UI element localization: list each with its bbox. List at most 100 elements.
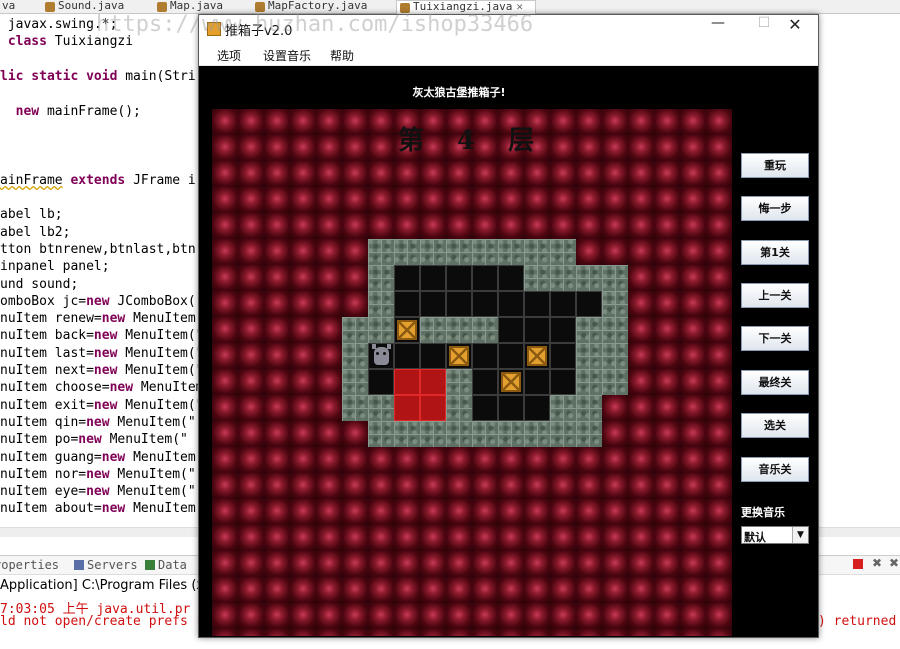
- data-icon: [145, 560, 155, 570]
- restart-button[interactable]: 重玩: [741, 153, 809, 178]
- console-line: ld not open/create prefs r: [0, 614, 204, 629]
- menu-bar: 选项 设置音乐 帮助: [199, 44, 818, 66]
- box-cell: [498, 369, 524, 395]
- code-token: MenuItem(": [117, 484, 196, 499]
- first-level-button[interactable]: 第1关: [741, 240, 809, 265]
- code-token: und sound;: [0, 277, 79, 292]
- close-button[interactable]: ✕: [772, 15, 818, 44]
- wall-cell: [602, 317, 628, 343]
- wall-cell: [420, 239, 446, 265]
- view-tab-label: roperties: [0, 558, 60, 572]
- tab-label: Tuixiangzi.java: [413, 0, 513, 13]
- minimize-button[interactable]: —: [695, 15, 741, 44]
- code-line: nuItem qin=new MenuItem(": [0, 414, 196, 431]
- code-line: class Tuixiangzi: [0, 33, 133, 50]
- wall-cell: [394, 421, 420, 447]
- floor-cell: [420, 291, 446, 317]
- wall-cell: [420, 317, 446, 343]
- code-line: nuItem eye=new MenuItem(": [0, 483, 196, 500]
- code-token: nuItem renew=: [0, 311, 102, 326]
- game-content: 灰太狼古堡推箱子! 第 4 层 重玩 悔一步 第1关 上一关 下一关 最终关 选…: [199, 66, 818, 637]
- code-line: omboBox jc=new JComboBox(): [0, 293, 204, 310]
- wall-cell: [394, 239, 420, 265]
- wall-cell: [446, 421, 472, 447]
- code-keyword: new: [101, 501, 134, 516]
- code-editor[interactable]: javax.swing.*; class Tuixiangzi lic stati…: [0, 16, 205, 526]
- terminate-icon[interactable]: [853, 559, 863, 569]
- menu-music-settings[interactable]: 设置音乐: [263, 47, 311, 64]
- chevron-down-icon[interactable]: ▼: [792, 527, 808, 543]
- floor-cell: [394, 265, 420, 291]
- editor-tab-mapfactory-java[interactable]: MapFactory.java: [252, 0, 367, 14]
- tab-label: MapFactory.java: [268, 0, 368, 12]
- wall-cell: [550, 265, 576, 291]
- prev-level-button[interactable]: 上一关: [741, 283, 809, 308]
- view-tab-label: Servers: [87, 558, 138, 572]
- floor-cell: [446, 265, 472, 291]
- editor-tab-tuixiangzi-java[interactable]: Tuixiangzi.java ✕: [396, 0, 536, 14]
- wall-cell: [472, 421, 498, 447]
- floor-cell: [576, 291, 602, 317]
- target-cell: [394, 369, 420, 395]
- wall-cell: [368, 421, 394, 447]
- code-line: lic static void main(Stri: [0, 68, 196, 85]
- code-token: MenuItem(: [133, 311, 204, 326]
- music-select[interactable]: 默认 ▼: [741, 526, 809, 544]
- remove-launch-icon[interactable]: ✖: [872, 556, 882, 570]
- floor-cell: [394, 291, 420, 317]
- tab-label: Sound.java: [58, 0, 125, 12]
- floor-cell: [472, 343, 498, 369]
- code-token: ainFrame: [0, 173, 63, 188]
- editor-tab-va[interactable]: va: [0, 0, 15, 14]
- box-cell: [394, 317, 420, 343]
- floor-cell: [472, 291, 498, 317]
- wall-cell: [576, 317, 602, 343]
- close-tab-icon[interactable]: ✕: [516, 0, 523, 13]
- wall-cell: [368, 265, 394, 291]
- wall-cell: [368, 395, 394, 421]
- java-file-icon: [400, 3, 410, 13]
- code-line: nuItem guang=new MenuItem(: [0, 449, 204, 466]
- wall-cell: [446, 395, 472, 421]
- wall-cell: [524, 239, 550, 265]
- wall-cell: [576, 369, 602, 395]
- code-token: mainFrame();: [46, 104, 141, 119]
- select-level-button[interactable]: 选关: [741, 413, 809, 438]
- code-keyword: new: [93, 363, 126, 378]
- tab-label: Map.java: [170, 0, 223, 12]
- view-tab-properties[interactable]: roperties: [0, 558, 59, 572]
- code-keyword: extends: [62, 173, 134, 188]
- wall-cell: [342, 317, 368, 343]
- floor-cell: [420, 343, 446, 369]
- editor-tab-sound-java[interactable]: Sound.java: [42, 0, 124, 14]
- console-line-tail: ) returned: [818, 614, 897, 629]
- editor-tab-map-java[interactable]: Map.java: [154, 0, 223, 14]
- wall-cell: [602, 343, 628, 369]
- wall-cell: [472, 317, 498, 343]
- window-titlebar[interactable]: 推箱子v2.0 — ☐ ✕: [199, 15, 818, 44]
- code-line: nuItem next=new MenuItem(": [0, 362, 204, 379]
- wall-cell: [576, 343, 602, 369]
- menu-options[interactable]: 选项: [217, 47, 241, 64]
- menu-help[interactable]: 帮助: [330, 47, 354, 64]
- last-level-button[interactable]: 最终关: [741, 370, 809, 395]
- view-tab-servers[interactable]: Servers: [74, 558, 138, 572]
- code-token: MenuItem(": [125, 398, 204, 413]
- game-board[interactable]: 第 4 层: [212, 109, 732, 636]
- wall-cell: [550, 421, 576, 447]
- code-line: nuItem about=new MenuItem(: [0, 500, 204, 517]
- game-window: 推箱子v2.0 — ☐ ✕ 选项 设置音乐 帮助 灰太狼古堡推箱子! 第 4 层…: [198, 14, 819, 638]
- tab-label: va: [2, 0, 16, 12]
- undo-button[interactable]: 悔一步: [741, 196, 809, 221]
- view-tab-data[interactable]: Data: [145, 558, 187, 572]
- code-line: nuItem nor=new MenuItem(": [0, 466, 196, 483]
- music-off-button[interactable]: 音乐关: [741, 457, 809, 482]
- code-token: MenuItem(": [117, 415, 196, 430]
- wall-cell: [602, 265, 628, 291]
- wall-cell: [602, 369, 628, 395]
- code-token: nuItem qin=: [0, 415, 87, 430]
- floor-cell: [498, 291, 524, 317]
- code-token: nuItem back=: [0, 328, 94, 343]
- next-level-button[interactable]: 下一关: [741, 326, 809, 351]
- remove-all-icon[interactable]: ✖: [889, 556, 899, 570]
